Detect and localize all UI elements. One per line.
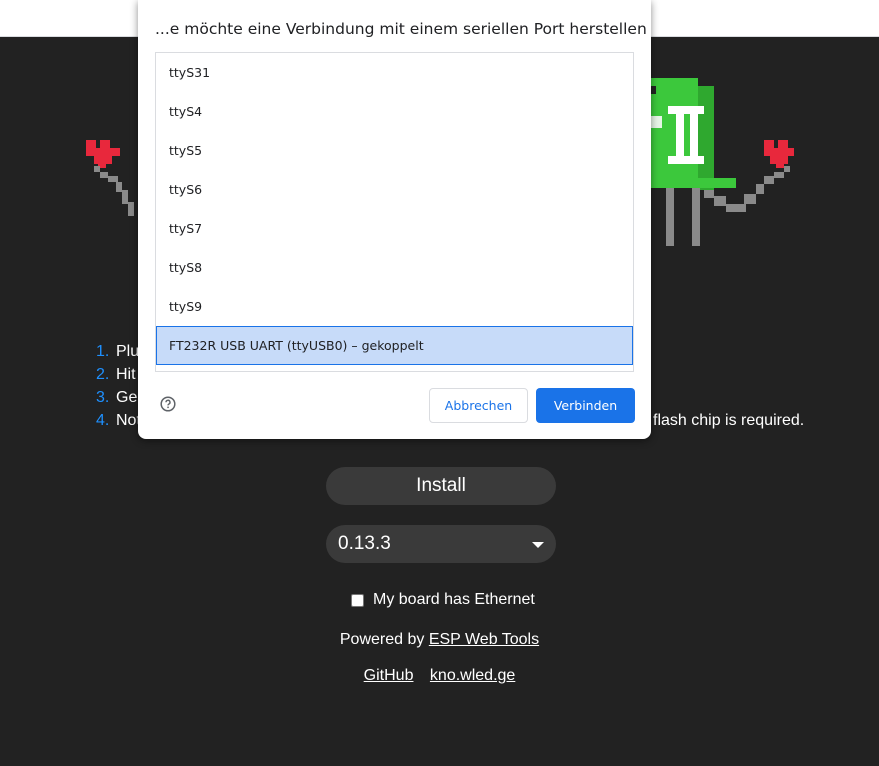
led-icon <box>644 78 736 246</box>
ethernet-label: My board has Ethernet <box>373 591 535 608</box>
version-select[interactable]: 0.13.3 <box>326 525 556 563</box>
footer-links: GitHub kno.wled.ge <box>0 667 879 685</box>
step-2: 2. Hit <box>96 363 136 386</box>
step-number: 3. <box>96 389 110 406</box>
version-selected-value: 0.13.3 <box>338 533 391 554</box>
ethernet-option[interactable]: My board has Ethernet <box>350 590 535 610</box>
connect-button[interactable]: Verbinden <box>536 388 635 423</box>
port-item[interactable]: ttyS6 <box>156 170 633 209</box>
github-link[interactable]: GitHub <box>364 667 414 684</box>
powered-by-prefix: Powered by <box>339 631 429 648</box>
cancel-button[interactable]: Abbrechen <box>429 388 528 423</box>
port-item[interactable]: ttyS9 <box>156 287 633 326</box>
install-button[interactable]: Install <box>326 467 556 505</box>
step-number: 2. <box>96 366 110 383</box>
port-item[interactable]: ttyS31 <box>156 53 633 92</box>
esp-web-tools-link[interactable]: ESP Web Tools <box>429 631 539 648</box>
step-text: Ge <box>116 389 138 406</box>
step-number: 4. <box>96 412 110 429</box>
port-item[interactable]: ttyS5 <box>156 131 633 170</box>
wire-right <box>704 166 790 212</box>
heart-left-icon <box>86 140 120 168</box>
port-item[interactable]: ttyS7 <box>156 209 633 248</box>
step-number: 1. <box>96 343 110 360</box>
ethernet-checkbox[interactable] <box>351 593 364 607</box>
help-circle-icon[interactable] <box>160 396 176 412</box>
heart-right-icon <box>764 140 794 168</box>
port-item-selected[interactable]: FT232R USB UART (ttyUSB0) – gekoppelt <box>156 326 633 365</box>
port-list[interactable]: ttyS31 ttyS4 ttyS5 ttyS6 ttyS7 ttyS8 tty… <box>155 52 634 372</box>
powered-by-line: Powered by ESP Web Tools <box>0 631 879 649</box>
step-3: 3. Ge <box>96 386 137 409</box>
step-1: 1. Plu <box>96 340 139 363</box>
dialog-title: ...e möchte eine Verbindung mit einem se… <box>155 20 647 38</box>
step-text: Plu <box>116 343 140 360</box>
kno-wled-link[interactable]: kno.wled.ge <box>430 667 515 684</box>
dropdown-caret-icon <box>532 542 544 548</box>
port-item[interactable]: ttyS8 <box>156 248 633 287</box>
port-item[interactable]: ttyS4 <box>156 92 633 131</box>
step-text: Hit <box>116 366 136 383</box>
wire-left <box>94 166 134 216</box>
serial-port-dialog: ...e möchte eine Verbindung mit einem se… <box>138 0 651 439</box>
step-text-tail: flash chip is required. <box>653 412 805 429</box>
